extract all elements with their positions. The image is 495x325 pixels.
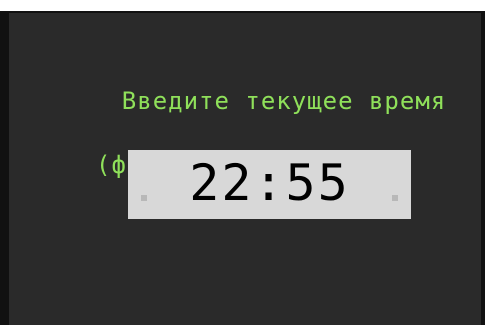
time-input-field[interactable]: 22:55	[128, 150, 411, 219]
time-input-value[interactable]: 22:55	[128, 152, 411, 214]
field-corner-marker-right	[392, 195, 398, 201]
terminal-screen: Введите текущее время (формат: чч:мм) 22…	[0, 11, 485, 325]
prompt-line-1: Введите текущее время	[121, 87, 447, 115]
